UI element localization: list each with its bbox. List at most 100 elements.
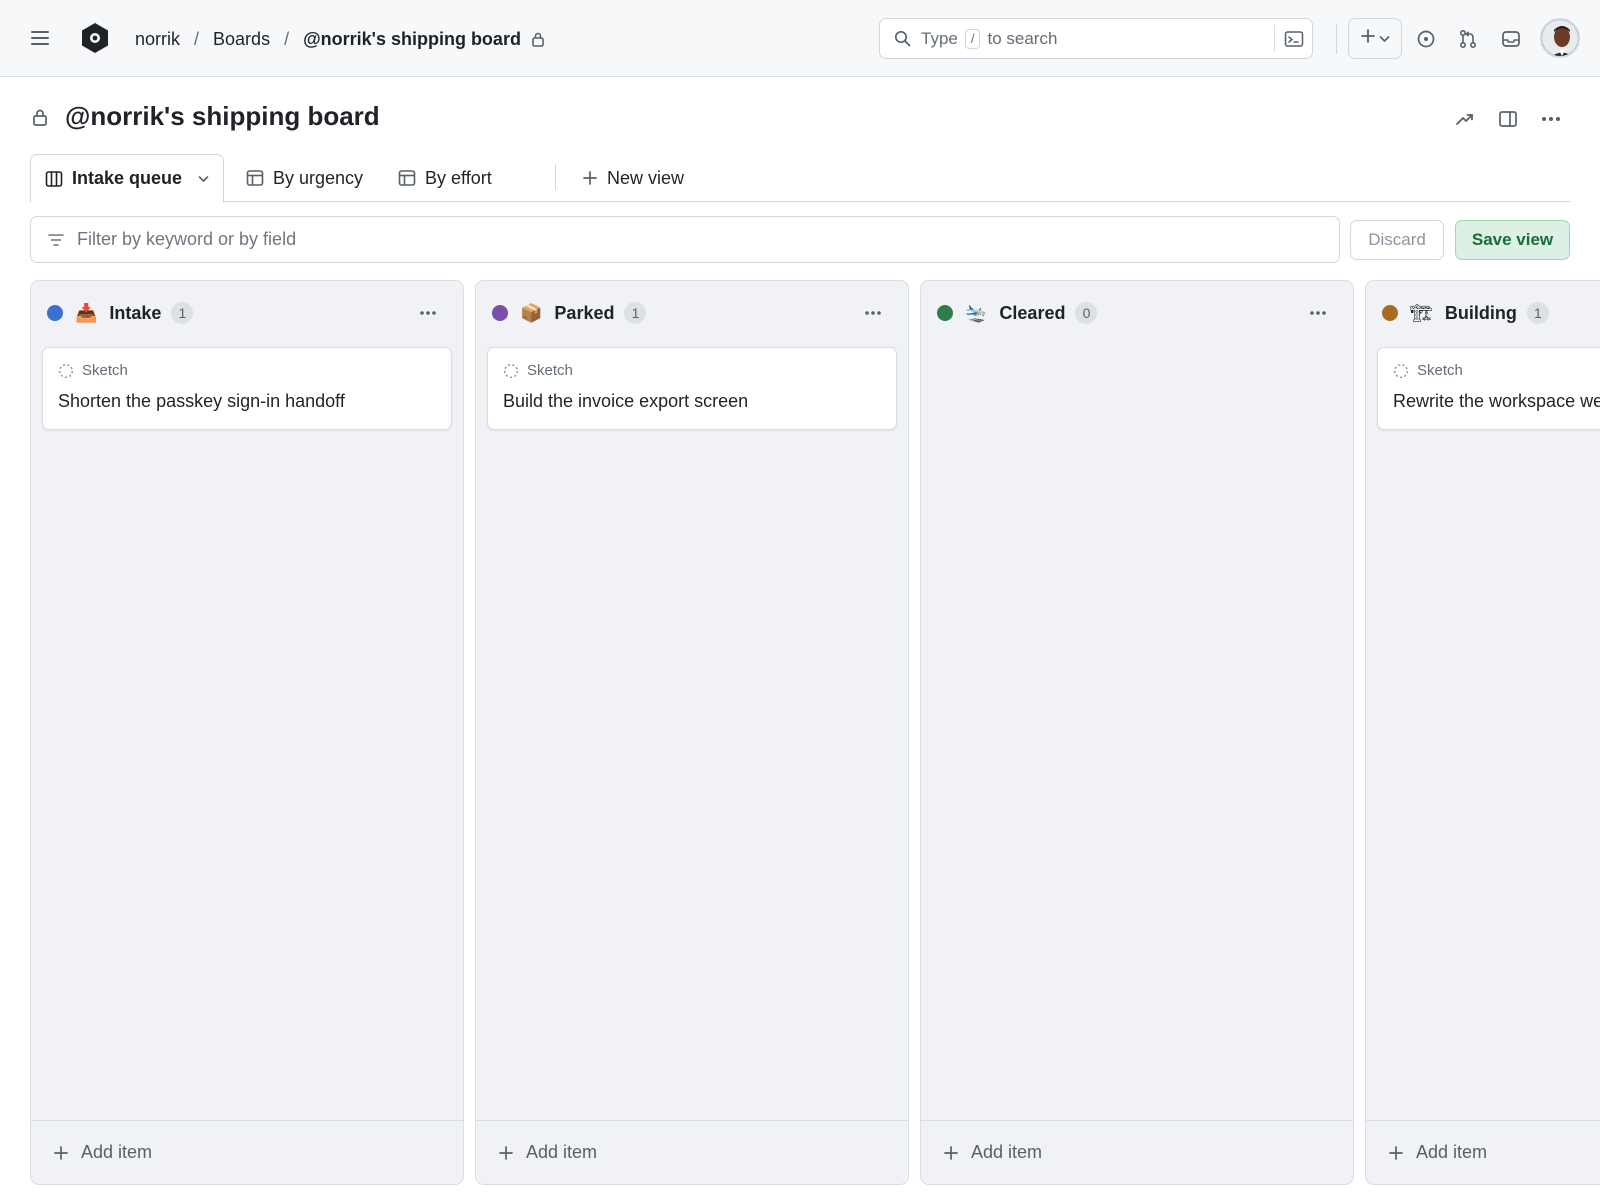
board-column-building: 🏗 Building 1 Sketch Rewrite the workspac… (1365, 280, 1600, 1185)
new-view-label: New view (607, 167, 685, 188)
column-header: 📥 Intake 1 (31, 281, 463, 345)
card-title[interactable]: Rewrite the workspace we (1393, 391, 1600, 412)
plus-icon (53, 1145, 69, 1161)
board-card[interactable]: Sketch Shorten the passkey sign-in hando… (42, 347, 452, 430)
card-type: Sketch (1393, 362, 1463, 379)
side-panel-icon[interactable] (1493, 104, 1523, 134)
hamburger-icon[interactable] (28, 26, 52, 50)
add-item-button[interactable]: Add item (31, 1120, 463, 1184)
add-item-button[interactable]: Add item (921, 1120, 1353, 1184)
search-input[interactable]: Type / to search (879, 18, 1313, 59)
card-type: Sketch (503, 362, 573, 379)
search-shortcut-key: / (964, 28, 981, 49)
column-header: 🛬 Cleared 0 (921, 281, 1353, 345)
column-count-badge: 1 (171, 302, 194, 324)
new-view-button[interactable]: New view (556, 154, 684, 202)
breadcrumb-owner[interactable]: norrik (135, 29, 180, 50)
column-emoji: 🏗 (1410, 302, 1433, 324)
top-navigation-bar: norrik / Boards / @norrik's shipping boa… (0, 0, 1600, 77)
breadcrumb-separator: / (284, 28, 290, 49)
view-tabs: Intake queue By urgency By effort New vi… (30, 154, 1570, 203)
inbox-icon[interactable] (1496, 24, 1526, 54)
status-dot (47, 305, 63, 321)
filter-input[interactable]: Filter by keyword or by field (30, 216, 1340, 263)
search-icon (894, 30, 911, 47)
add-item-label: Add item (971, 1142, 1043, 1162)
card-title[interactable]: Shorten the passkey sign-in handoff (58, 391, 345, 412)
draft-icon (1393, 363, 1409, 379)
add-item-label: Add item (1416, 1142, 1488, 1162)
lock-icon (531, 31, 545, 47)
more-icon[interactable] (1303, 299, 1333, 327)
filter-icon (47, 232, 65, 248)
search-suffix: to search (987, 28, 1058, 48)
card-title[interactable]: Build the invoice export screen (503, 391, 748, 412)
table-icon (398, 169, 416, 187)
draft-icon (58, 363, 74, 379)
issues-icon[interactable] (1411, 24, 1441, 54)
column-emoji: 📦 (520, 302, 543, 324)
save-view-button[interactable]: Save view (1455, 220, 1570, 260)
board-column-intake: 📥 Intake 1 Sketch Shorten the passkey si… (30, 280, 464, 1185)
tab-label: Intake queue (72, 168, 183, 188)
avatar[interactable] (1540, 18, 1580, 58)
board-card[interactable]: Sketch Rewrite the workspace we (1377, 347, 1600, 430)
card-type-label: Sketch (527, 362, 573, 379)
tab-label: By effort (425, 167, 492, 188)
add-item-label: Add item (526, 1142, 598, 1162)
more-icon[interactable] (1536, 104, 1566, 134)
plus-icon (582, 170, 598, 186)
board-column-cleared: 🛬 Cleared 0 Add item (920, 280, 1354, 1185)
more-icon[interactable] (858, 299, 888, 327)
table-icon (246, 169, 264, 187)
card-type-label: Sketch (1417, 362, 1463, 379)
column-emoji: 🛬 (965, 302, 988, 324)
breadcrumb-boards[interactable]: Boards (213, 29, 270, 50)
add-item-button[interactable]: Add item (476, 1120, 908, 1184)
add-item-button[interactable]: Add item (1366, 1120, 1600, 1184)
column-count-badge: 1 (624, 302, 647, 324)
status-dot (937, 305, 953, 321)
command-palette-icon[interactable] (1274, 25, 1312, 52)
plus-icon (1360, 28, 1376, 49)
column-emoji: 📥 (75, 302, 98, 324)
column-header: 📦 Parked 1 (476, 281, 908, 345)
create-new-button[interactable] (1348, 18, 1402, 59)
pull-requests-icon[interactable] (1453, 24, 1483, 54)
add-item-label: Add item (81, 1142, 153, 1162)
search-prefix: Type (921, 28, 958, 48)
lock-icon (32, 108, 48, 131)
tab-intake-queue[interactable]: Intake queue (30, 154, 225, 203)
breadcrumb-current[interactable]: @norrik's shipping board (303, 29, 521, 50)
discard-button[interactable]: Discard (1350, 220, 1444, 260)
plus-icon (498, 1145, 514, 1161)
chevron-down-icon[interactable] (198, 175, 209, 183)
status-dot (1382, 305, 1398, 321)
card-type: Sketch (58, 362, 128, 379)
draft-icon (503, 363, 519, 379)
status-dot (492, 305, 508, 321)
card-type-label: Sketch (82, 362, 128, 379)
column-header: 🏗 Building 1 (1366, 281, 1600, 345)
tab-label: By urgency (273, 167, 364, 188)
column-count-badge: 0 (1075, 302, 1098, 324)
board-card[interactable]: Sketch Build the invoice export screen (487, 347, 897, 430)
plus-icon (943, 1145, 959, 1161)
tab-by-urgency[interactable]: By urgency (246, 154, 363, 202)
chevron-down-icon (1379, 30, 1390, 48)
tab-by-effort[interactable]: By effort (398, 154, 492, 202)
header-divider (1336, 24, 1337, 54)
column-title: Cleared (999, 302, 1066, 323)
page-title: @norrik's shipping board (65, 101, 380, 131)
column-title: Building (1444, 302, 1517, 323)
insights-icon[interactable] (1450, 104, 1480, 134)
board-column-parked: 📦 Parked 1 Sketch Build the invoice expo… (475, 280, 909, 1185)
breadcrumb: norrik / Boards / @norrik's shipping boa… (135, 24, 545, 54)
column-title: Intake (109, 302, 162, 323)
column-title: Parked (554, 302, 615, 323)
filter-placeholder: Filter by keyword or by field (77, 229, 297, 249)
logo-icon[interactable] (80, 22, 110, 54)
column-count-badge: 1 (1526, 302, 1549, 324)
more-icon[interactable] (413, 299, 443, 327)
plus-icon (1388, 1145, 1404, 1161)
